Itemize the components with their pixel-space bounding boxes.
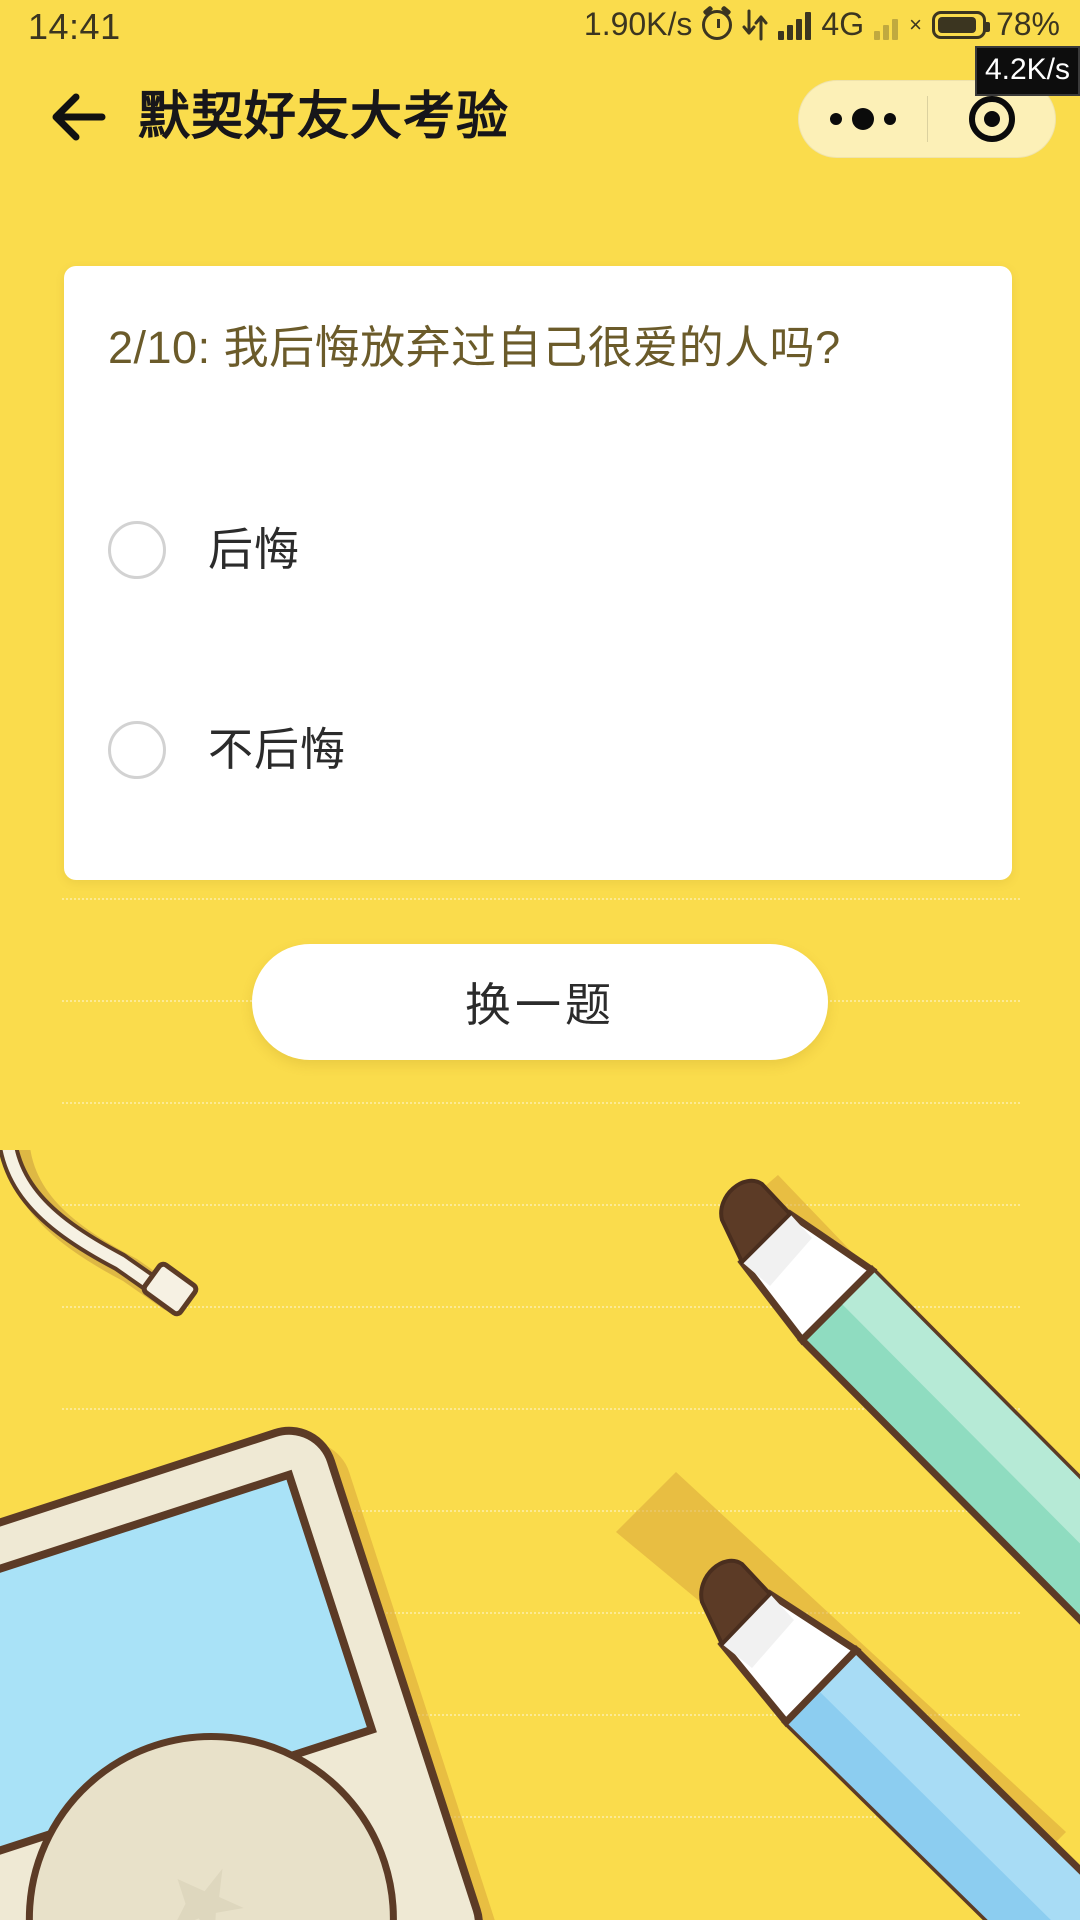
signal-bars-icon: [778, 10, 812, 40]
battery-icon: [931, 10, 990, 39]
rule-line: [62, 1816, 1020, 1818]
radio-button-0[interactable]: [108, 521, 166, 579]
option-label-1: 不后悔: [208, 724, 347, 775]
network-type-text: 4G: [821, 6, 865, 42]
alarm-icon: [702, 9, 733, 40]
status-icons: 1.90K/s 4G × 78%: [584, 6, 1060, 43]
option-row-0[interactable]: 后悔: [108, 506, 968, 594]
change-question-label: 换一题: [465, 979, 615, 1031]
rule-line: [62, 1306, 1020, 1308]
rule-line: [62, 1510, 1020, 1512]
rule-line: [62, 1102, 1020, 1104]
more-options-icon[interactable]: [799, 80, 927, 158]
signal-bars-disabled-icon: [874, 10, 899, 40]
rule-line: [62, 1204, 1020, 1206]
rule-line: [62, 1714, 1020, 1716]
close-miniprogram-icon[interactable]: [928, 96, 1055, 142]
status-bar: 14:41 1.90K/s 4G × 78%: [0, 0, 1080, 58]
option-label-0: 后悔: [208, 524, 301, 575]
data-transfer-icon: [742, 9, 768, 40]
back-arrow-icon[interactable]: [48, 88, 110, 146]
network-speed-text: 1.90K/s: [583, 6, 693, 42]
network-speed-badge: 4.2K/s: [974, 46, 1080, 96]
page-title: 默契好友大考验: [138, 88, 510, 146]
question-card: 2/10: 我后悔放弃过自己很爱的人吗? 后悔 不后悔: [64, 266, 1012, 880]
navigation-bar: 默契好友大考验: [0, 60, 1080, 170]
battery-percent-text: 78%: [995, 6, 1060, 42]
rule-line: [62, 898, 1020, 900]
option-row-1[interactable]: 不后悔: [108, 706, 968, 794]
rule-line: [62, 1612, 1020, 1614]
rule-line: [62, 1408, 1020, 1410]
status-time: 14:41: [28, 6, 121, 47]
question-text: 2/10: 我后悔放弃过自己很爱的人吗?: [108, 322, 841, 373]
radio-button-1[interactable]: [108, 721, 166, 779]
signal-disabled-x-icon: ×: [909, 11, 922, 37]
change-question-button[interactable]: 换一题: [252, 944, 828, 1060]
